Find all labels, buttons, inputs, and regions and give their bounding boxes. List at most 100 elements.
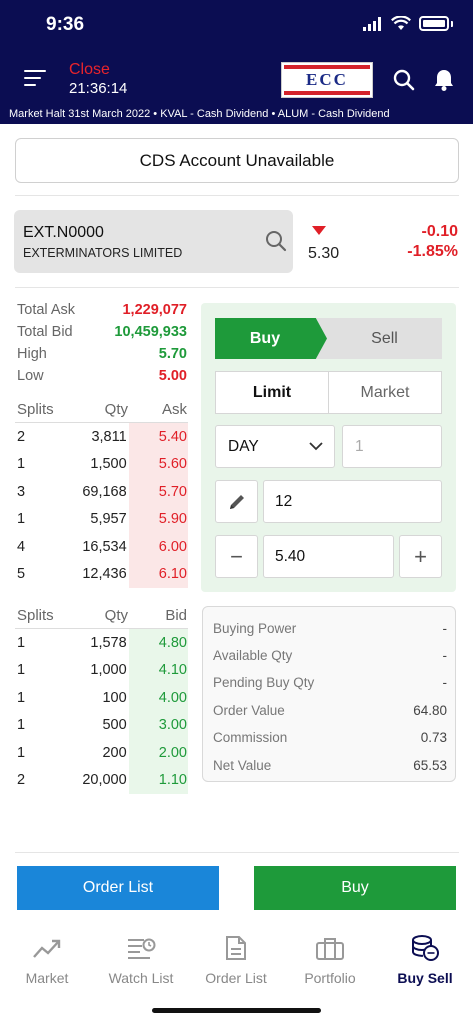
- table-row[interactable]: 4 16,534 6.00: [15, 533, 188, 561]
- cell-splits: 1: [17, 717, 26, 734]
- last-traded-price: 5.30: [308, 245, 340, 262]
- nav-order-list[interactable]: Order List: [189, 922, 283, 992]
- cell-ask: 5.70: [128, 478, 188, 506]
- cell-qty: 12,436: [82, 566, 127, 583]
- cell-qty: 200: [102, 744, 127, 761]
- nav-portfolio[interactable]: Portfolio: [283, 922, 377, 992]
- menu-icon[interactable]: [24, 70, 46, 88]
- news-ticker[interactable]: Market Halt 31st March 2022 • KVAL - Cas…: [0, 108, 473, 124]
- stat-high: High 5.70: [17, 346, 187, 368]
- summary-label: Pending Buy Qty: [213, 675, 315, 690]
- table-row[interactable]: 1 200 2.00: [15, 739, 188, 767]
- price-decrement-button[interactable]: −: [215, 535, 258, 578]
- cell-ask: 5.90: [128, 505, 188, 533]
- bid-depth-table: Splits Qty Bid 1 1,578 4.80 1 1,000 4.10 1 10…: [15, 603, 188, 794]
- order-list-button[interactable]: Order List: [17, 866, 219, 910]
- summary-value: -: [442, 675, 448, 690]
- header-splits: Splits: [17, 607, 54, 624]
- summary-value: 0.73: [420, 730, 447, 745]
- table-row[interactable]: 2 3,811 5.40: [15, 423, 188, 451]
- nav-watch-list[interactable]: Watch List: [94, 922, 188, 992]
- bottom-nav: Market Watch List Order List Portfolio B…: [0, 922, 473, 992]
- status-icons: [363, 16, 453, 31]
- summary-row-order-value: Order Value 64.80: [213, 703, 447, 723]
- sell-tab[interactable]: Sell: [327, 318, 442, 359]
- price-increment-button[interactable]: +: [399, 535, 442, 578]
- summary-row-net-value: Net Value 65.53: [213, 758, 447, 778]
- market-clock: 21:36:14: [69, 80, 128, 97]
- table-row[interactable]: 1 5,957 5.90: [15, 505, 188, 533]
- cell-qty: 1,500: [90, 456, 127, 473]
- home-indicator[interactable]: [152, 1008, 321, 1013]
- validity-value: DAY: [228, 437, 259, 455]
- cell-bid: 4.80: [128, 629, 188, 657]
- summary-label: Net Value: [213, 758, 272, 773]
- stat-value: 5.70: [158, 346, 187, 362]
- price-down-icon: [312, 226, 326, 235]
- table-row[interactable]: 1 100 4.00: [15, 684, 188, 712]
- table-header: Splits Qty Ask: [15, 397, 188, 423]
- cell-qty: 1,578: [90, 634, 127, 651]
- table-row[interactable]: 1 500 3.00: [15, 711, 188, 739]
- trend-up-icon: [33, 939, 61, 958]
- cell-splits: 2: [17, 428, 26, 445]
- nav-label: Portfolio: [304, 970, 356, 986]
- cell-splits: 1: [17, 634, 26, 651]
- price-change-percent: -1.85%: [407, 243, 458, 260]
- disclosed-qty-input[interactable]: 12: [263, 480, 442, 523]
- table-row[interactable]: 1 1,000 4.10: [15, 656, 188, 684]
- table-row[interactable]: 2 20,000 1.10: [15, 766, 188, 794]
- app-root: 9:36 Close 21:36:14 ECC Market Halt 31st…: [0, 0, 473, 1024]
- stat-low: Low 5.00: [17, 368, 187, 390]
- nav-label: Watch List: [108, 970, 174, 986]
- nav-market[interactable]: Market: [0, 922, 94, 992]
- header-qty: Qty: [104, 401, 128, 418]
- bell-icon[interactable]: [432, 68, 456, 92]
- cell-qty: 3,811: [91, 428, 127, 445]
- buy-button[interactable]: Buy: [254, 866, 456, 910]
- summary-value: 64.80: [413, 703, 447, 718]
- battery-icon: [419, 16, 449, 31]
- cell-bid: 3.00: [128, 711, 188, 739]
- market-tab[interactable]: Market: [329, 372, 441, 413]
- cell-bid: 4.00: [128, 684, 188, 712]
- header-qty: Qty: [104, 607, 128, 624]
- cds-account-notice: CDS Account Unavailable: [15, 138, 459, 183]
- cell-qty: 16,534: [82, 538, 127, 555]
- header-bid: Bid: [165, 607, 187, 624]
- logo-text: ECC: [306, 70, 348, 89]
- cell-splits: 1: [17, 662, 26, 679]
- order-summary: Buying Power - Available Qty - Pending Buy…: [202, 606, 456, 782]
- order-type-toggle: Limit Market: [215, 371, 442, 414]
- validity-dropdown[interactable]: DAY: [215, 425, 335, 468]
- symbol-code: EXT.N0000: [23, 224, 104, 241]
- edit-disclosed-button[interactable]: [215, 480, 258, 523]
- symbol-search-icon[interactable]: [265, 230, 287, 252]
- cell-splits: 4: [17, 538, 26, 555]
- cell-qty: 5,957: [90, 511, 127, 528]
- table-row[interactable]: 1 1,500 5.60: [15, 450, 188, 478]
- buy-tab[interactable]: Buy: [215, 318, 327, 359]
- summary-row-available-qty: Available Qty -: [213, 648, 447, 668]
- document-icon: [226, 936, 246, 960]
- nav-buy-sell[interactable]: Buy Sell: [378, 922, 472, 992]
- cell-bid: 4.10: [128, 656, 188, 684]
- table-row[interactable]: 5 12,436 6.10: [15, 560, 188, 588]
- stat-value: 1,229,077: [122, 302, 187, 318]
- stat-value: 10,459,933: [114, 324, 187, 340]
- search-icon[interactable]: [393, 69, 415, 91]
- price-input[interactable]: 5.40: [263, 535, 394, 578]
- summary-row-buying-power: Buying Power -: [213, 621, 447, 641]
- summary-row-commission: Commission 0.73: [213, 730, 447, 750]
- quantity-input[interactable]: 1: [342, 425, 442, 468]
- summary-value: -: [442, 621, 448, 636]
- table-row[interactable]: 1 1,578 4.80: [15, 629, 188, 657]
- cell-ask: 6.00: [128, 533, 188, 561]
- briefcase-icon: [316, 938, 344, 960]
- limit-tab[interactable]: Limit: [216, 372, 329, 413]
- stat-label: Low: [17, 368, 44, 384]
- table-row[interactable]: 3 69,168 5.70: [15, 478, 188, 506]
- market-status: Close: [69, 61, 110, 78]
- symbol-selector[interactable]: EXT.N0000 EXTERMINATORS LIMITED: [14, 210, 293, 273]
- summary-label: Order Value: [213, 703, 285, 718]
